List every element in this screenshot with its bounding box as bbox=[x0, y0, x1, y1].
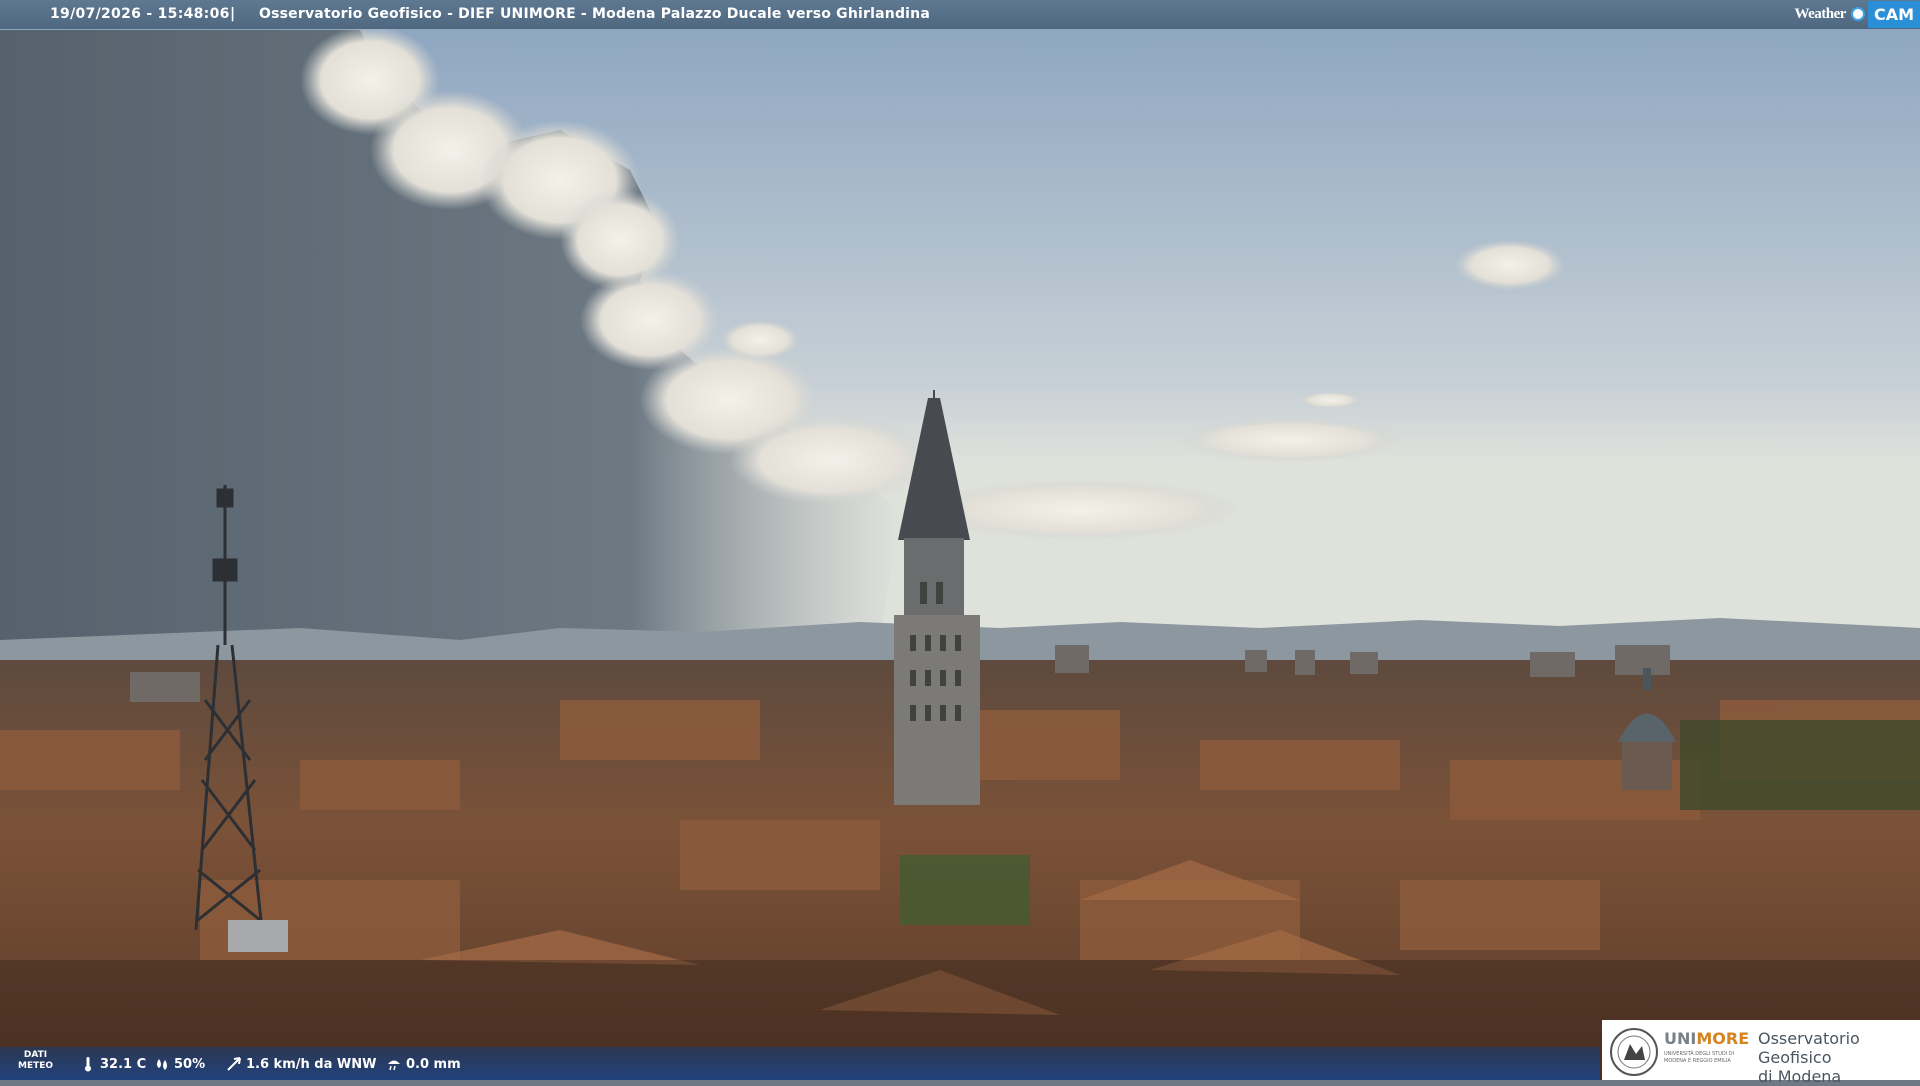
unimore-logo: UNIMORE UNIVERSITÀ DEGLI STUDI DI MODENA… bbox=[1602, 1020, 1920, 1086]
webcam-photo bbox=[0, 0, 1920, 1080]
rain-reading: 0.0 mm bbox=[386, 1056, 461, 1072]
wind-reading: 1.6 km/h da WNW bbox=[226, 1056, 376, 1072]
unimore-wordmark-suffix: MORE bbox=[1696, 1029, 1750, 1048]
weathercam-logo: Weather CAM bbox=[1788, 0, 1920, 28]
humidity-value: 50% bbox=[174, 1056, 206, 1072]
antenna-equipment bbox=[228, 920, 288, 952]
weather-data-label-line2: METEO bbox=[18, 1061, 54, 1071]
timestamp: 19/07/2026 - 15:48:06 bbox=[50, 6, 230, 22]
separator: | bbox=[230, 6, 236, 22]
observatory-name: Osservatorio Geofisico di Modena bbox=[1758, 1029, 1920, 1086]
observatory-name-line2: di Modena bbox=[1758, 1067, 1842, 1086]
thermometer-icon bbox=[85, 1057, 91, 1072]
wind-direction-icon bbox=[227, 1057, 241, 1071]
university-seal-icon bbox=[1610, 1028, 1658, 1076]
temperature-value: 32.1 C bbox=[100, 1056, 147, 1072]
trees bbox=[1680, 720, 1920, 810]
unimore-wordmark-prefix: UNI bbox=[1664, 1029, 1697, 1048]
wind-value: 1.6 km/h da WNW bbox=[246, 1056, 377, 1072]
unimore-wordmark: UNIMORE bbox=[1664, 1029, 1749, 1048]
weather-data-bar: DATI METEO 32.1 C 50% 1.6 km/h da WNW 0.… bbox=[0, 1047, 1600, 1080]
weathercam-logo-cam: CAM bbox=[1867, 0, 1920, 28]
camera-lens-icon bbox=[1850, 7, 1865, 21]
weather-data-label-line1: DATI bbox=[23, 1050, 48, 1060]
weathercam-logo-weather: Weather bbox=[1794, 5, 1846, 22]
rain-value: 0.0 mm bbox=[406, 1056, 461, 1072]
trees bbox=[900, 855, 1030, 925]
rain-gauge-icon bbox=[388, 1060, 400, 1071]
camera-location: Osservatorio Geofisico - DIEF UNIMORE - … bbox=[259, 6, 930, 22]
humidity-drops-icon bbox=[157, 1059, 167, 1070]
unimore-subtitle: UNIVERSITÀ DEGLI STUDI DI MODENA E REGGI… bbox=[1664, 1051, 1735, 1064]
observatory-name-line1: Osservatorio Geofisico bbox=[1758, 1029, 1860, 1067]
weather-data-label: DATI METEO bbox=[18, 1050, 53, 1072]
temperature-reading: 32.1 C bbox=[80, 1056, 146, 1072]
overlay-header: 19/07/2026 - 15:48:06 | Osservatorio Geo… bbox=[0, 0, 1920, 29]
humidity-reading: 50% bbox=[154, 1056, 205, 1072]
